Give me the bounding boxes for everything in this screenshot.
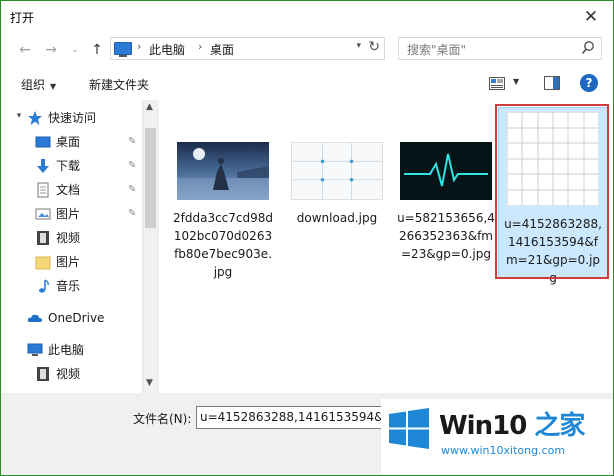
watermark-title: Win10 之家 — [439, 405, 585, 442]
computer-icon — [114, 42, 132, 57]
open-file-dialog: 打开 ✕ ← → ⌄ ↑ › 此电脑 › 桌面 ▾ ↻ 搜索"桌面" 组织 ▼ 新… — [0, 0, 614, 476]
download-arrow-icon — [37, 159, 49, 173]
window-title: 打开 — [10, 11, 35, 25]
search-icon[interactable] — [581, 40, 595, 56]
sidebar-scrollbar[interactable]: ▲ ▼ — [142, 100, 159, 393]
caret-down-icon: ▼ — [50, 82, 57, 91]
pin-icon[interactable]: ✎ — [128, 184, 136, 195]
video-icon — [37, 231, 49, 245]
search-box[interactable]: 搜索"桌面" — [398, 37, 602, 60]
sidebar-item-label: 视频 — [56, 231, 81, 245]
highlight-box — [495, 104, 609, 279]
preview-pane-icon[interactable] — [544, 76, 560, 90]
video-icon — [37, 367, 49, 381]
breadcrumb-separator: › — [198, 40, 203, 53]
scrollbar-thumb[interactable] — [145, 128, 156, 228]
view-dropdown-icon[interactable]: ▼ — [513, 77, 519, 86]
sidebar-item-label: 此电脑 — [48, 343, 85, 357]
file-item[interactable]: download.jpg — [287, 142, 387, 227]
watermark-title-home: 之家 — [526, 411, 585, 441]
new-folder-button[interactable]: 新建文件夹 — [89, 76, 149, 93]
sidebar-item-label: 文档 — [56, 183, 81, 197]
pin-icon[interactable]: ✎ — [128, 136, 136, 147]
sidebar-item-label: OneDrive — [48, 311, 105, 325]
sidebar-item-label: 桌面 — [56, 135, 81, 149]
breadcrumb-this-pc[interactable]: 此电脑 — [149, 41, 185, 58]
star-icon — [28, 111, 42, 125]
desktop-icon — [35, 136, 51, 148]
up-button[interactable]: ↑ — [87, 39, 107, 61]
sidebar-item-label: 快速访问 — [48, 111, 97, 125]
sidebar-item-label: 音乐 — [56, 279, 81, 293]
folder-icon — [35, 256, 51, 270]
file-name: download.jpg — [296, 211, 378, 225]
breadcrumb-separator: › — [137, 40, 142, 53]
grid-lines-thumbnail — [291, 142, 383, 200]
breadcrumb-desktop[interactable]: 桌面 — [210, 41, 234, 58]
night-scene-thumbnail — [177, 142, 269, 200]
file-name: 2fdda3cc7cd98d102bc070d0263fb80e7bec903e… — [173, 211, 274, 279]
file-name: u=582153656,4266352363&fm=23&gp=0.jpg — [397, 211, 495, 261]
onedrive-icon — [27, 314, 42, 322]
document-icon — [37, 182, 49, 198]
view-options-icon[interactable] — [489, 77, 505, 90]
watermark-url: www.win10xitong.com — [441, 444, 566, 457]
refresh-icon[interactable]: ↻ — [368, 39, 380, 55]
filename-label: 文件名(N): — [133, 412, 192, 426]
pictures-icon — [35, 208, 51, 220]
address-bar[interactable]: › 此电脑 › 桌面 ▾ ↻ — [110, 37, 385, 60]
organize-button[interactable]: 组织 ▼ — [21, 76, 56, 93]
file-item[interactable]: u=582153656,4266352363&fm=23&gp=0.jpg — [396, 142, 496, 263]
command-toolbar: 组织 ▼ 新建文件夹 ▼ ? — [1, 69, 613, 99]
file-list: 2fdda3cc7cd98d102bc070d0263fb80e7bec903e… — [159, 100, 613, 393]
chevron-down-icon[interactable]: ▾ — [356, 41, 361, 51]
computer-icon — [27, 343, 43, 356]
watermark-title-win10: Win10 — [439, 411, 527, 441]
expanded-chevron-icon[interactable]: ▾ — [9, 105, 29, 127]
scroll-up-arrow[interactable]: ▲ — [146, 102, 153, 112]
music-icon — [39, 279, 49, 293]
pin-icon[interactable]: ✎ — [128, 160, 136, 171]
navigation-bar: ← → ⌄ ↑ › 此电脑 › 桌面 ▾ ↻ 搜索"桌面" — [1, 35, 613, 65]
scroll-down-arrow[interactable]: ▼ — [146, 378, 153, 388]
heartbeat-thumbnail — [400, 142, 492, 200]
back-button[interactable]: ← — [15, 39, 35, 61]
windows-logo-icon — [389, 408, 429, 449]
title-bar: 打开 ✕ — [1, 1, 613, 32]
search-placeholder: 搜索"桌面" — [407, 43, 467, 57]
sidebar-item-label: 图片 — [56, 255, 81, 269]
navigation-pane: 快速访问 ▾ 桌面 ✎ 下载 ✎ 文档 ✎ 图片 ✎ 视频 图片 音乐 OneD… — [1, 100, 142, 393]
forward-button[interactable]: → — [41, 39, 61, 61]
sidebar-item-label: 下载 — [56, 159, 81, 173]
pin-icon[interactable]: ✎ — [128, 208, 136, 219]
file-item[interactable]: 2fdda3cc7cd98d102bc070d0263fb80e7bec903e… — [173, 142, 273, 281]
close-button[interactable]: ✕ — [579, 6, 603, 28]
sidebar-item-label: 视频 — [56, 367, 81, 381]
recent-locations-button[interactable]: ⌄ — [65, 39, 85, 61]
organize-label: 组织 — [21, 78, 46, 92]
help-icon[interactable]: ? — [580, 74, 598, 92]
sidebar-item-label: 图片 — [56, 207, 81, 221]
watermark: Win10 之家 www.win10xitong.com — [381, 399, 613, 475]
